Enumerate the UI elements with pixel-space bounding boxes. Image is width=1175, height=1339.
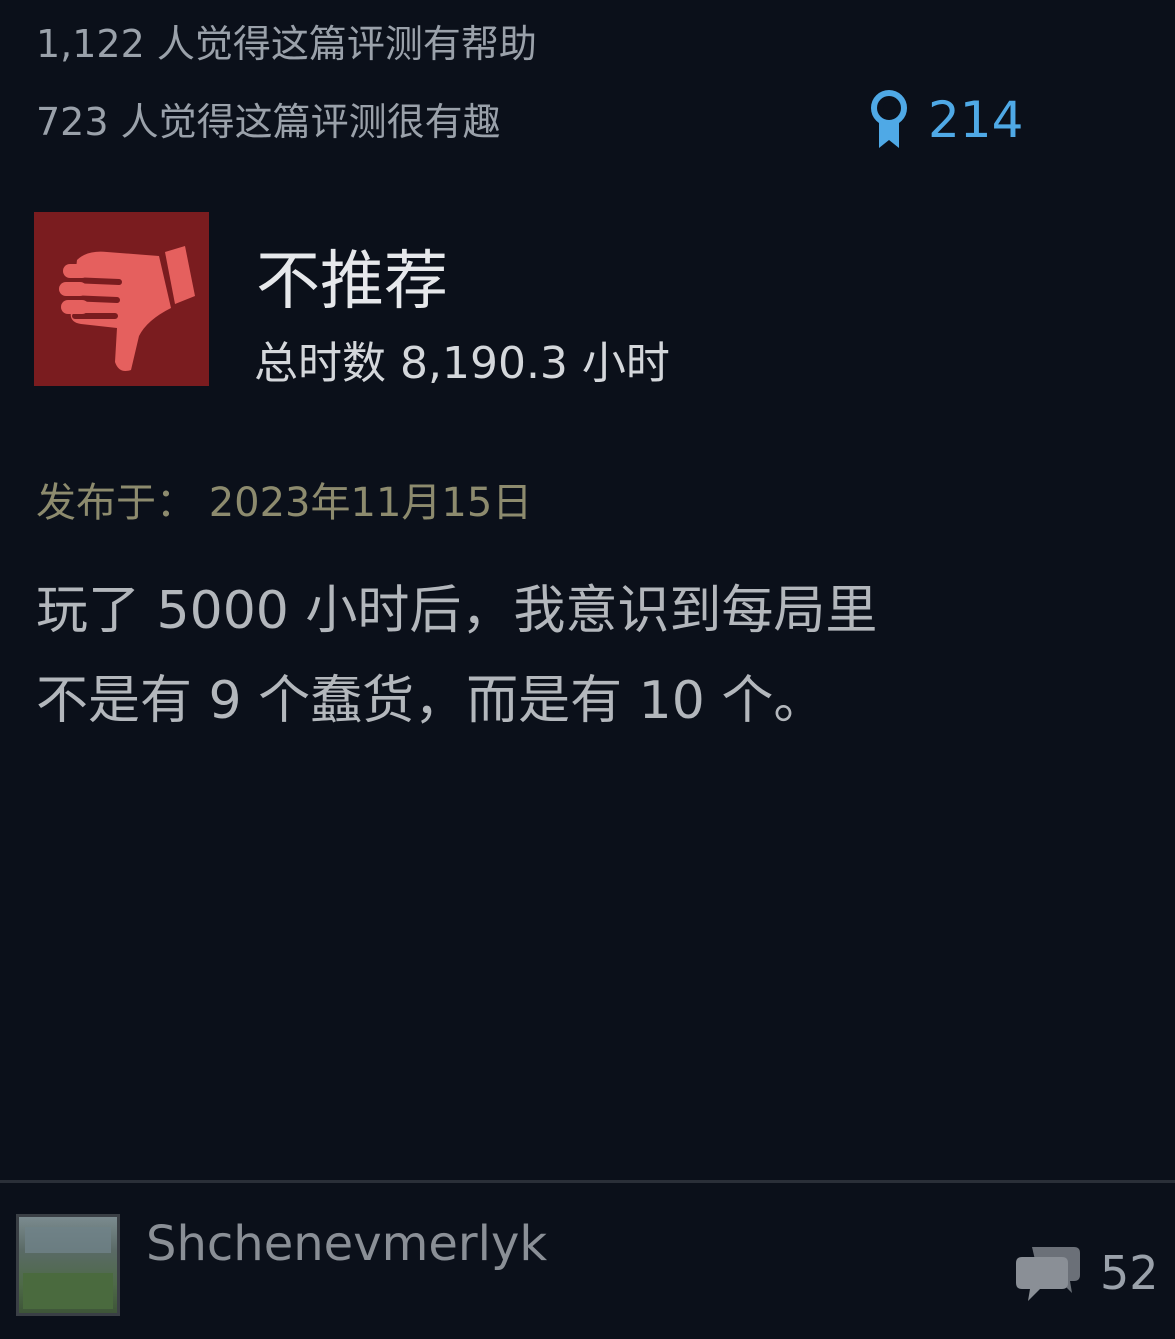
award-ribbon-icon (871, 90, 907, 148)
posted-date: 发布于： 2023年11月15日 (36, 480, 533, 526)
review-body: 玩了 5000 小时后，我意识到每局里 不是有 9 个蠢货，而是有 10 个。 (36, 566, 1136, 746)
avatar[interactable] (16, 1214, 120, 1316)
comments-button[interactable]: 52 (1016, 1240, 1159, 1306)
footer-divider (0, 1180, 1175, 1183)
verdict-thumb-box (34, 212, 209, 386)
award-button[interactable]: 214 (866, 84, 1023, 156)
review-body-line: 玩了 5000 小时后，我意识到每局里 (36, 581, 878, 641)
comment-count: 52 (1100, 1246, 1159, 1300)
funny-count-text: 723 人觉得这篇评测很有趣 (36, 100, 501, 144)
avatar-sky (25, 1227, 111, 1253)
verdict-label: 不推荐 (256, 245, 448, 319)
helpful-count-text: 1,122 人觉得这篇评测有帮助 (36, 22, 537, 66)
avatar-field (23, 1273, 113, 1309)
award-count: 214 (928, 91, 1024, 149)
author-username[interactable]: Shchenevmerlyk (146, 1214, 547, 1274)
review-page: 1,122 人觉得这篇评测有帮助 723 人觉得这篇评测很有趣 214 不推荐 … (0, 0, 1175, 1339)
thumbs-down-icon (58, 246, 195, 371)
playtime-hours: 总时数 8,190.3 小时 (254, 338, 670, 389)
review-body-line: 不是有 9 个蠢货，而是有 10 个。 (36, 671, 826, 731)
speech-bubbles-icon (1016, 1247, 1080, 1301)
